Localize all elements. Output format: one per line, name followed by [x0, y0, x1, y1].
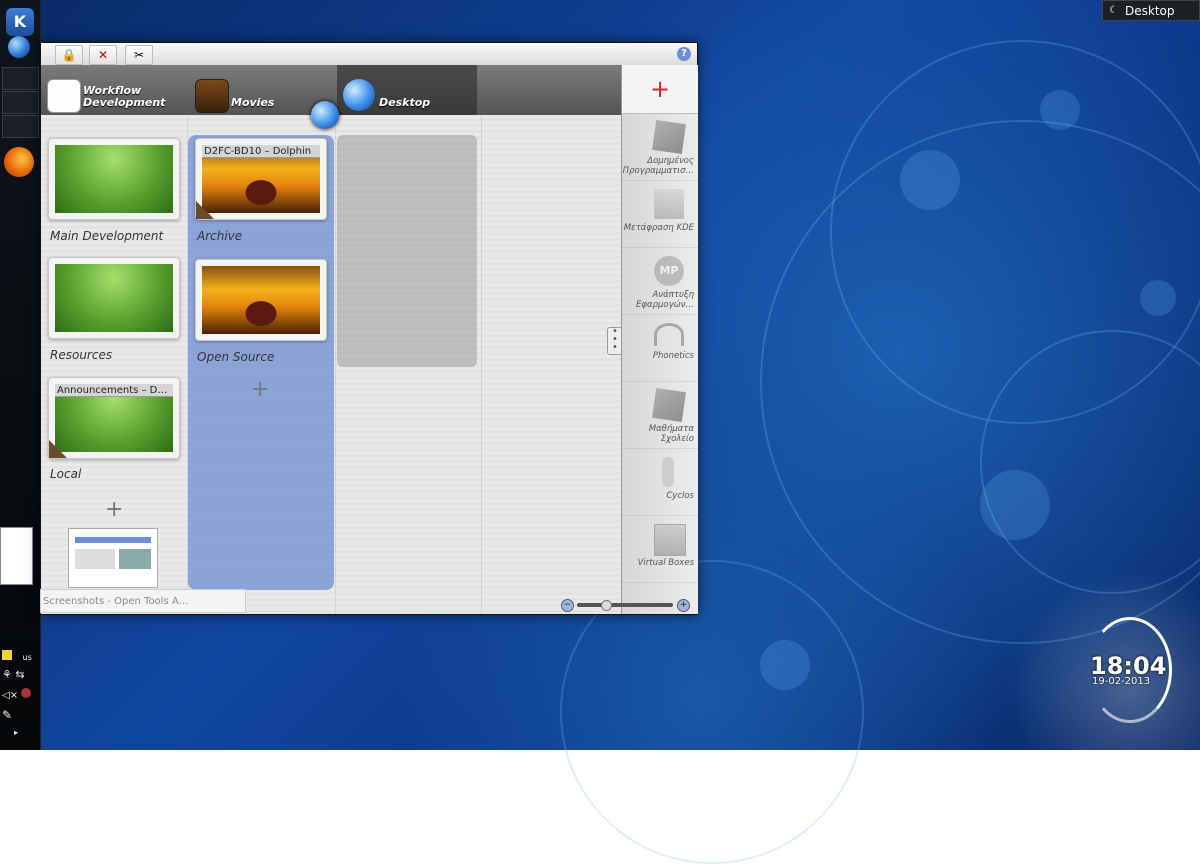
- keyboard-layout[interactable]: us: [23, 653, 32, 662]
- lock-icon[interactable]: 🔒: [55, 45, 83, 65]
- window-title[interactable]: D2FC-BD10 – Dolphin: [202, 145, 320, 158]
- activity-item[interactable]: Cyclos: [622, 449, 698, 516]
- desktop-caption: Local: [50, 467, 82, 481]
- window-preview-thumbnail[interactable]: [68, 528, 158, 588]
- close-icon[interactable]: ✕: [89, 45, 117, 65]
- tab-workflow-development[interactable]: Workflow Development: [41, 65, 186, 115]
- tab-desktop[interactable]: Desktop: [337, 65, 477, 115]
- tray-row-4: ✎: [2, 708, 38, 722]
- flag-icon: [654, 189, 684, 219]
- dragged-globe-icon[interactable]: [311, 101, 339, 129]
- desktop-preview: [55, 264, 173, 332]
- activity-label: Μετάφραση KDE: [623, 223, 694, 233]
- window-title[interactable]: Announcements – D…: [55, 384, 173, 397]
- zoom-out-icon[interactable]: −: [561, 599, 574, 612]
- book-icon: [652, 388, 686, 422]
- pager-desktop-2[interactable]: [2, 91, 39, 114]
- headphones-icon: [654, 323, 684, 346]
- database-icon: [47, 79, 81, 113]
- moon-icon: ☾: [1109, 5, 1118, 16]
- current-desktop-indicator[interactable]: ☾ Desktop: [1102, 0, 1200, 21]
- add-activity-button[interactable]: +: [622, 65, 698, 114]
- activity-item[interactable]: Virtual Boxes: [622, 516, 698, 583]
- desktop-caption: Open Source: [197, 350, 275, 364]
- task-tooltip[interactable]: Screenshots - Open Tools A…: [40, 589, 246, 613]
- zoom-handle[interactable]: [601, 600, 612, 611]
- task-tooltip-text: Screenshots - Open Tools A…: [43, 596, 189, 607]
- tray-row-5: ▸: [2, 728, 38, 742]
- kde-menu-icon[interactable]: K: [6, 8, 34, 36]
- desktop-caption: Main Development: [50, 229, 164, 243]
- desktop-caption: Archive: [197, 229, 243, 243]
- tray-row-1: us: [2, 650, 38, 664]
- add-desktop-button[interactable]: +: [105, 497, 123, 522]
- box-icon: [654, 524, 686, 556]
- desktop-preview: [202, 266, 320, 334]
- desktop-card-archive[interactable]: D2FC-BD10 – Dolphin: [195, 138, 327, 220]
- globe-icon[interactable]: [8, 36, 30, 58]
- desktop-name: Desktop: [1125, 4, 1175, 18]
- pager-desktop-3[interactable]: [2, 115, 39, 138]
- activity-item[interactable]: Phonetics: [622, 315, 698, 382]
- power-icon[interactable]: [21, 688, 32, 698]
- desktop-preview: [55, 145, 173, 213]
- window-toolbar: 🔒 ✕ ✂ ?: [41, 43, 697, 66]
- tray-row-3: ◁×: [2, 688, 38, 702]
- zoom-track[interactable]: [577, 603, 673, 607]
- tools-icon[interactable]: ✂: [125, 45, 153, 65]
- left-panel: K us ⚘ ⇆ ◁× ✎ ▸: [0, 0, 41, 750]
- window-count-badge: [49, 440, 67, 458]
- pager-desktop-1[interactable]: [2, 67, 39, 90]
- clock-date: 19-02-2013: [1092, 676, 1151, 687]
- desktop-activity-column[interactable]: [337, 135, 477, 367]
- activity-item[interactable]: Μαθήματα Σχολείο: [622, 382, 698, 449]
- book-icon: [652, 120, 686, 154]
- activity-label: Virtual Boxes: [637, 558, 694, 568]
- activity-label: Ανάπτυξη Εφαρμογών…: [636, 290, 694, 310]
- window-count-badge: [196, 201, 214, 219]
- firefox-icon[interactable]: [4, 147, 34, 177]
- activity-label: Μαθήματα Σχολείο: [648, 424, 694, 444]
- globe-icon: [343, 79, 375, 111]
- figure-icon: [662, 457, 674, 487]
- network-icon[interactable]: ⚘: [2, 668, 12, 681]
- tab-label: Workflow Development: [83, 84, 166, 109]
- desktop-card-resources[interactable]: [48, 257, 180, 339]
- window-thumbnail[interactable]: [0, 527, 33, 585]
- tab-label: Desktop: [379, 96, 431, 109]
- desktop-caption: Resources: [50, 348, 113, 362]
- help-icon[interactable]: ?: [677, 47, 691, 61]
- activity-item[interactable]: Δομημένος Προγραμματισ…: [622, 114, 698, 181]
- usb-icon[interactable]: ⇆: [15, 668, 24, 681]
- activity-item[interactable]: MP Ανάπτυξη Εφαρμογών…: [622, 248, 698, 315]
- tab-label: Movies: [231, 96, 275, 109]
- activity-label: Cyclos: [666, 491, 694, 501]
- tray-row-2: ⚘ ⇆: [2, 668, 38, 682]
- add-desktop-button[interactable]: +: [251, 377, 269, 402]
- desktop-card-open-source[interactable]: [195, 259, 327, 341]
- activity-list: + Δομημένος Προγραμματισ… Μετάφραση KDE …: [621, 65, 698, 614]
- desktop-card-main-development[interactable]: [48, 138, 180, 220]
- mp-icon: MP: [654, 256, 684, 286]
- zoom-slider[interactable]: − +: [561, 599, 690, 612]
- desktop-card-local[interactable]: Announcements – D…: [48, 377, 180, 459]
- pen-icon[interactable]: ✎: [2, 708, 12, 722]
- expand-tray-icon[interactable]: ▸: [14, 728, 18, 737]
- mute-icon[interactable]: ◁×: [2, 690, 18, 701]
- notes-icon[interactable]: [2, 650, 12, 660]
- activity-label: Δομημένος Προγραμματισ…: [622, 156, 694, 176]
- zoom-in-icon[interactable]: +: [677, 599, 690, 612]
- activity-label: Phonetics: [652, 351, 694, 361]
- tv-icon: [195, 79, 229, 113]
- activity-item[interactable]: Μετάφραση KDE: [622, 181, 698, 248]
